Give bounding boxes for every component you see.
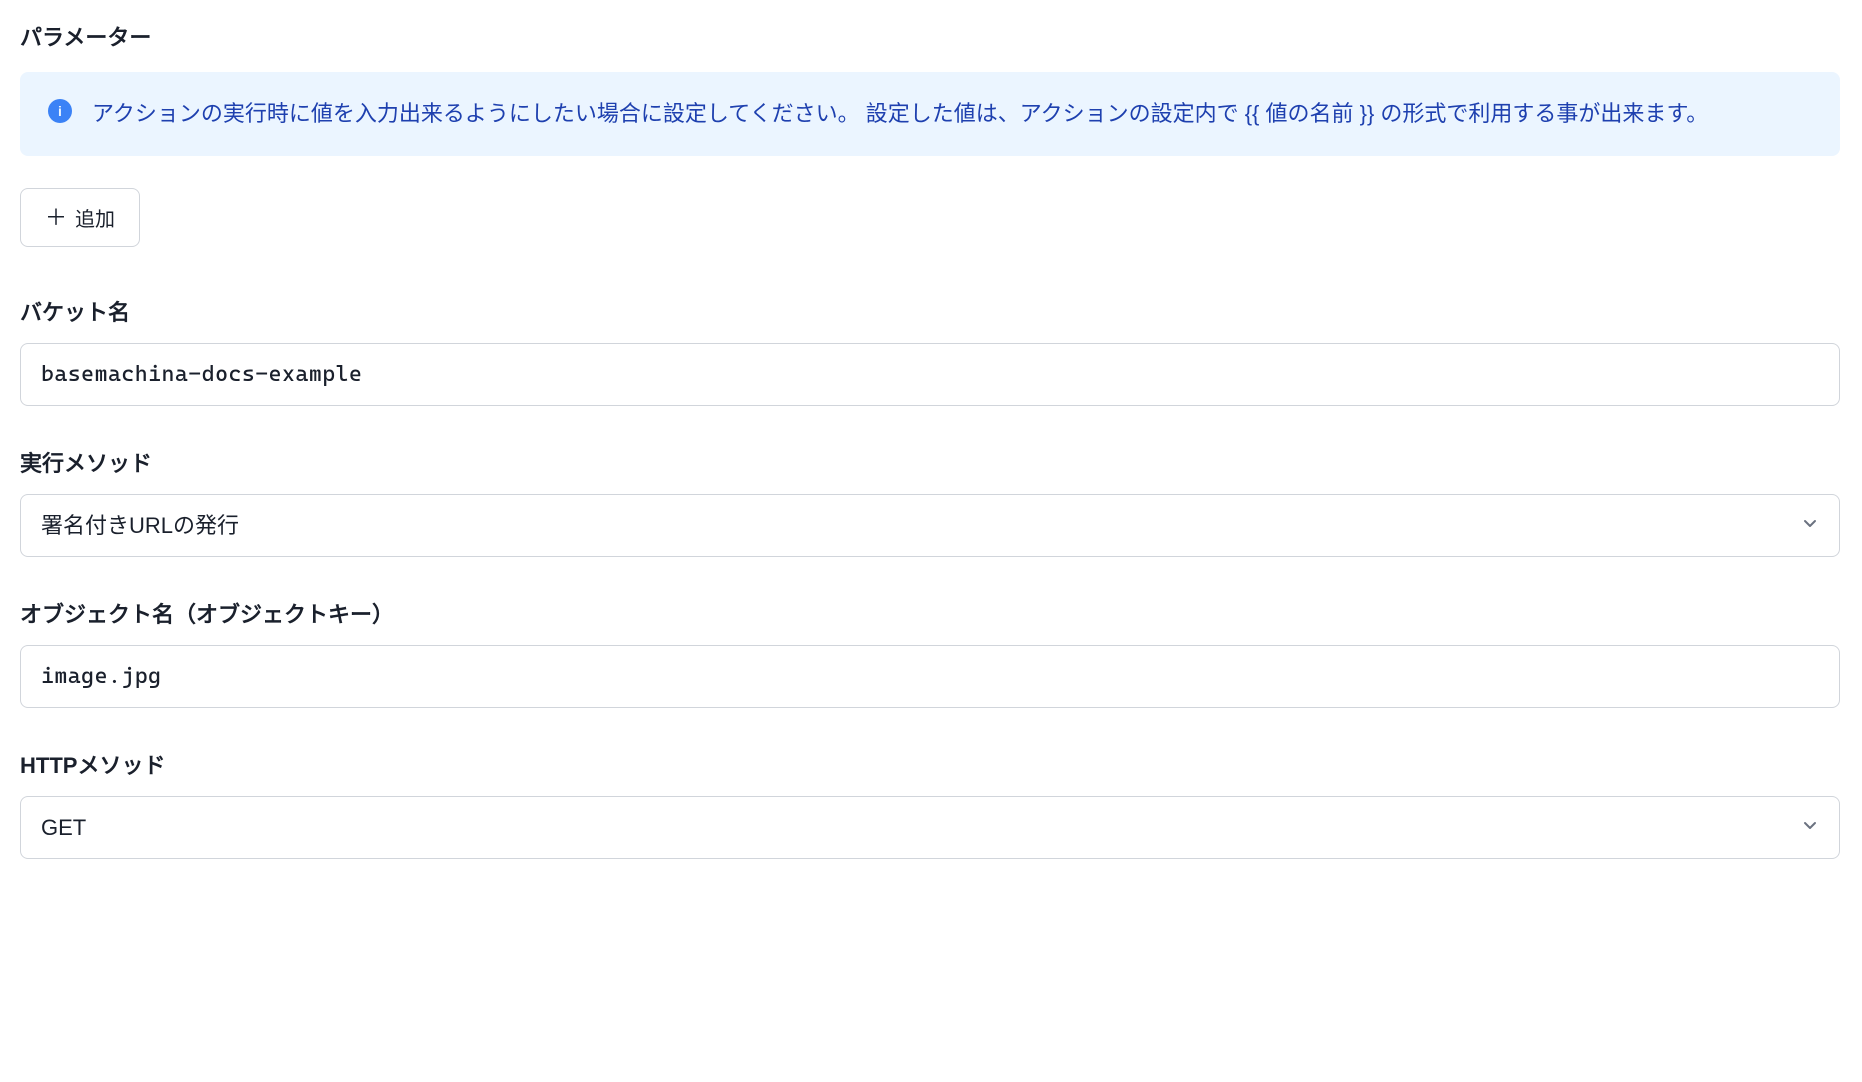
parameters-info-text: アクションの実行時に値を入力出来るようにしたい場合に設定してください。 設定した… [92,96,1708,132]
add-button-label: 追加 [75,203,115,232]
parameters-info-box: i アクションの実行時に値を入力出来るようにしたい場合に設定してください。 設定… [20,72,1840,156]
add-parameter-button[interactable]: ＋ 追加 [20,188,140,247]
http-method-field-group: HTTPメソッド GET [20,748,1840,859]
http-method-select[interactable]: GET [20,796,1840,859]
bucket-name-label: バケット名 [20,295,1840,327]
http-method-label: HTTPメソッド [20,748,1840,780]
execution-method-label: 実行メソッド [20,446,1840,478]
execution-method-select[interactable]: 署名付きURLの発行 [20,494,1840,557]
object-name-label: オブジェクト名（オブジェクトキー） [20,597,1840,629]
parameters-section-title: パラメーター [20,20,1840,52]
info-icon: i [48,99,72,123]
bucket-name-input[interactable] [20,343,1840,406]
plus-icon: ＋ [45,207,67,229]
bucket-name-field-group: バケット名 [20,295,1840,406]
object-name-field-group: オブジェクト名（オブジェクトキー） [20,597,1840,708]
object-name-input[interactable] [20,645,1840,708]
execution-method-field-group: 実行メソッド 署名付きURLの発行 [20,446,1840,557]
